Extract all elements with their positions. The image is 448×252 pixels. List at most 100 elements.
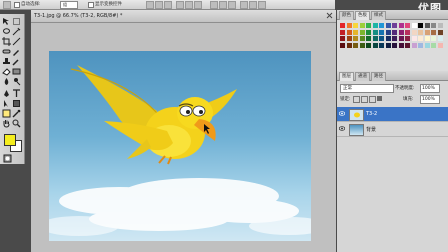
color-swatch[interactable]	[398, 42, 404, 48]
color-swatch[interactable]	[431, 29, 436, 35]
marquee-tool-icon[interactable]	[12, 17, 21, 26]
color-swatch[interactable]	[353, 42, 358, 48]
color-swatch[interactable]	[359, 29, 365, 35]
distribute-top-icon[interactable]	[210, 1, 218, 9]
lasso-tool-icon[interactable]	[2, 27, 11, 36]
color-swatch[interactable]	[372, 36, 378, 41]
move-tool-icon[interactable]	[3, 1, 11, 9]
color-swatch[interactable]	[353, 23, 358, 28]
color-swatch[interactable]	[418, 36, 423, 41]
color-swatch[interactable]	[379, 36, 384, 41]
color-swatch[interactable]	[392, 36, 397, 41]
canvas-image[interactable]	[49, 51, 311, 241]
color-swatch[interactable]	[431, 42, 436, 48]
color-swatch[interactable]	[431, 36, 436, 41]
color-swatch[interactable]	[424, 36, 430, 41]
history-brush-icon[interactable]	[12, 57, 21, 66]
align-right-icon[interactable]	[194, 1, 202, 9]
align-bottom-icon[interactable]	[164, 1, 172, 9]
color-swatch[interactable]	[398, 36, 404, 41]
lock-pixels-icon[interactable]	[361, 96, 368, 103]
distribute-right-icon[interactable]	[258, 1, 266, 9]
tab-layers[interactable]: 图层	[339, 72, 354, 81]
color-swatch[interactable]	[366, 42, 371, 48]
color-swatch[interactable]	[392, 42, 397, 48]
layer-row-background[interactable]: 背景	[337, 122, 448, 137]
hand-tool-icon[interactable]	[2, 119, 11, 128]
blur-tool-icon[interactable]	[2, 77, 11, 86]
color-swatch[interactable]	[437, 36, 443, 41]
tab-paths[interactable]: 路径	[371, 72, 386, 81]
auto-select-dropdown[interactable]: 组	[60, 1, 78, 9]
color-swatch[interactable]	[392, 23, 397, 28]
color-swatch[interactable]	[424, 29, 430, 35]
color-swatch[interactable]	[392, 29, 397, 35]
auto-select-checkbox[interactable]	[14, 2, 20, 8]
color-swatch[interactable]	[372, 23, 378, 28]
tab-swatches[interactable]: 色板	[355, 11, 370, 20]
color-swatch[interactable]	[437, 23, 443, 28]
eye-icon[interactable]	[339, 126, 345, 131]
align-top-icon[interactable]	[146, 1, 154, 9]
color-swatch[interactable]	[424, 42, 430, 48]
magic-wand-icon[interactable]	[12, 27, 21, 36]
quick-mask-icon[interactable]	[3, 154, 12, 163]
eye-icon[interactable]	[339, 111, 345, 116]
path-select-icon[interactable]	[2, 99, 11, 108]
zoom-tool-icon[interactable]	[12, 119, 21, 128]
tab-color[interactable]: 颜色	[339, 11, 354, 20]
close-icon[interactable]	[326, 12, 333, 19]
color-swatch[interactable]	[437, 42, 443, 48]
color-swatch[interactable]	[418, 42, 423, 48]
color-swatch[interactable]	[372, 29, 378, 35]
color-swatch[interactable]	[385, 42, 391, 48]
type-tool-icon[interactable]	[12, 89, 21, 98]
clone-stamp-icon[interactable]	[2, 57, 11, 66]
color-swatch[interactable]	[405, 36, 410, 41]
color-swatch[interactable]	[379, 29, 384, 35]
gradient-tool-icon[interactable]	[12, 67, 21, 76]
color-swatch[interactable]	[385, 29, 391, 35]
color-swatch[interactable]	[398, 23, 404, 28]
color-swatch[interactable]	[379, 42, 384, 48]
color-swatch[interactable]	[346, 29, 352, 35]
healing-brush-icon[interactable]	[2, 47, 11, 56]
lock-all-icon[interactable]	[377, 96, 382, 101]
color-swatch[interactable]	[385, 23, 391, 28]
color-swatch[interactable]	[411, 42, 417, 48]
pen-tool-icon[interactable]	[2, 89, 11, 98]
show-transform-checkbox[interactable]	[88, 2, 94, 8]
blend-mode-select[interactable]: 正常	[340, 84, 394, 93]
color-swatch[interactable]	[411, 29, 417, 35]
color-swatch[interactable]	[405, 23, 410, 28]
color-swatch[interactable]	[366, 23, 371, 28]
align-left-icon[interactable]	[176, 1, 184, 9]
color-swatch[interactable]	[346, 23, 352, 28]
crop-tool-icon[interactable]	[2, 37, 11, 46]
color-swatch[interactable]	[411, 23, 417, 28]
distribute-left-icon[interactable]	[240, 1, 248, 9]
color-swatch[interactable]	[359, 23, 365, 28]
distribute-middle-icon[interactable]	[219, 1, 227, 9]
color-swatch[interactable]	[353, 29, 358, 35]
fill-field[interactable]: 100%	[420, 95, 440, 104]
color-swatch[interactable]	[431, 23, 436, 28]
lock-position-icon[interactable]	[369, 96, 376, 103]
distribute-bottom-icon[interactable]	[228, 1, 236, 9]
color-swatch[interactable]	[411, 36, 417, 41]
tab-channels[interactable]: 通道	[355, 72, 370, 81]
notes-tool-icon[interactable]	[2, 109, 11, 118]
move-tool-icon[interactable]	[2, 17, 11, 26]
color-swatch[interactable]	[366, 36, 371, 41]
color-swatch[interactable]	[398, 29, 404, 35]
lock-transparent-icon[interactable]	[353, 96, 360, 103]
document-tab[interactable]: T3-1.jpg @ 66.7% (T3-2, RGB/8#) *	[31, 10, 336, 23]
color-swatch[interactable]	[359, 42, 365, 48]
color-swatch[interactable]	[385, 36, 391, 41]
foreground-color-swatch[interactable]	[4, 134, 16, 146]
eraser-tool-icon[interactable]	[2, 67, 11, 76]
color-swatch[interactable]	[346, 36, 352, 41]
distribute-center-icon[interactable]	[249, 1, 257, 9]
color-swatch[interactable]	[359, 36, 365, 41]
shape-tool-icon[interactable]	[12, 99, 21, 108]
